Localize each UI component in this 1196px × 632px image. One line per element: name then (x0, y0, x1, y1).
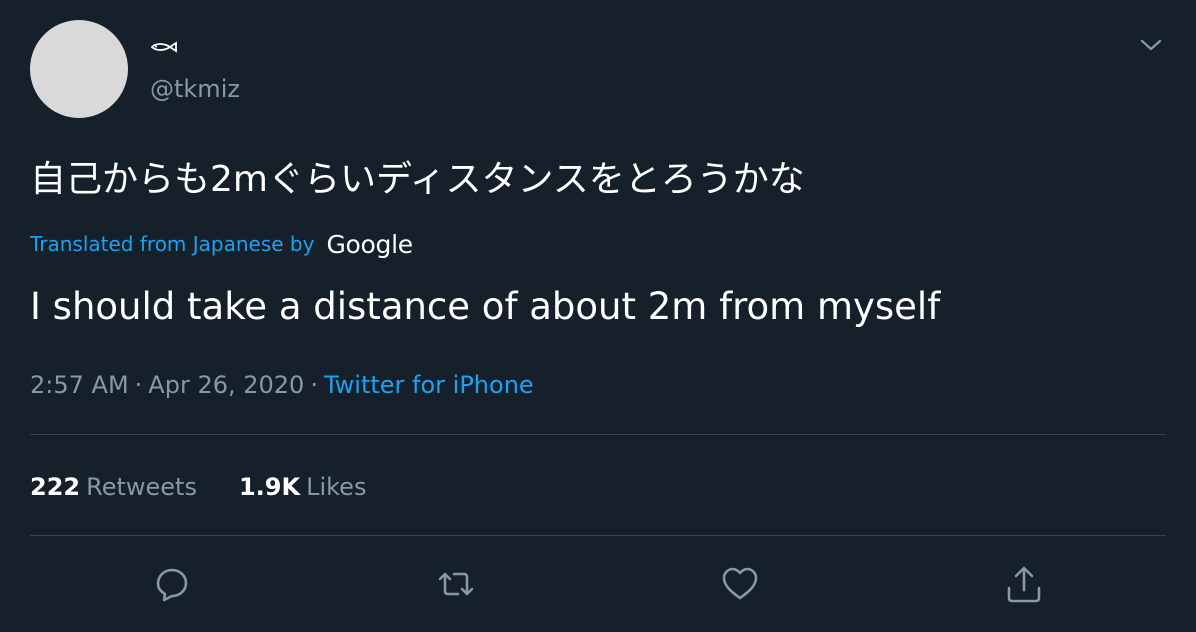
tweet-meta: 2:57 AM · Apr 26, 2020 · Twitter for iPhone (30, 368, 534, 402)
fish-icon (150, 41, 177, 53)
likes-count: 1.9K (238, 473, 301, 501)
tweet-text: 自己からも2mぐらいディスタンスをとろうかな (30, 159, 805, 200)
translation-attribution: Translated from Japanese by Google (30, 228, 413, 260)
more-menu-button[interactable] (1138, 32, 1164, 58)
tweet-source-link[interactable]: Twitter for iPhone (324, 371, 534, 399)
tweet-stats: 222 Retweets 1.9K Likes (30, 470, 408, 504)
share-icon (1007, 566, 1041, 603)
translated-text: I should take a distance of about 2m fro… (30, 285, 941, 328)
display-name[interactable] (150, 38, 180, 60)
heart-icon (722, 567, 758, 600)
retweet-button[interactable] (436, 564, 476, 604)
translated-label[interactable]: Translated from Japanese by (30, 232, 314, 256)
likes-label: Likes (306, 473, 367, 501)
retweet-icon (438, 572, 474, 596)
retweets-count: 222 (30, 473, 81, 501)
like-button[interactable] (720, 564, 760, 604)
user-handle[interactable]: @tkmiz (150, 74, 240, 104)
meta-separator: · (134, 371, 143, 399)
chevron-down-icon (1140, 39, 1162, 51)
retweets-stat[interactable]: 222 Retweets (30, 470, 197, 504)
google-logo: Google (326, 229, 413, 259)
likes-stat[interactable]: 1.9K Likes (239, 470, 366, 504)
divider (30, 535, 1166, 536)
meta-separator: · (310, 371, 318, 399)
share-button[interactable] (1004, 564, 1044, 604)
tweet-date[interactable]: Apr 26, 2020 (148, 371, 304, 399)
reply-icon (156, 568, 188, 602)
divider (30, 434, 1166, 435)
tweet-time[interactable]: 2:57 AM (30, 371, 129, 399)
reply-button[interactable] (152, 564, 192, 604)
retweets-label: Retweets (86, 473, 197, 501)
avatar[interactable] (30, 20, 128, 118)
